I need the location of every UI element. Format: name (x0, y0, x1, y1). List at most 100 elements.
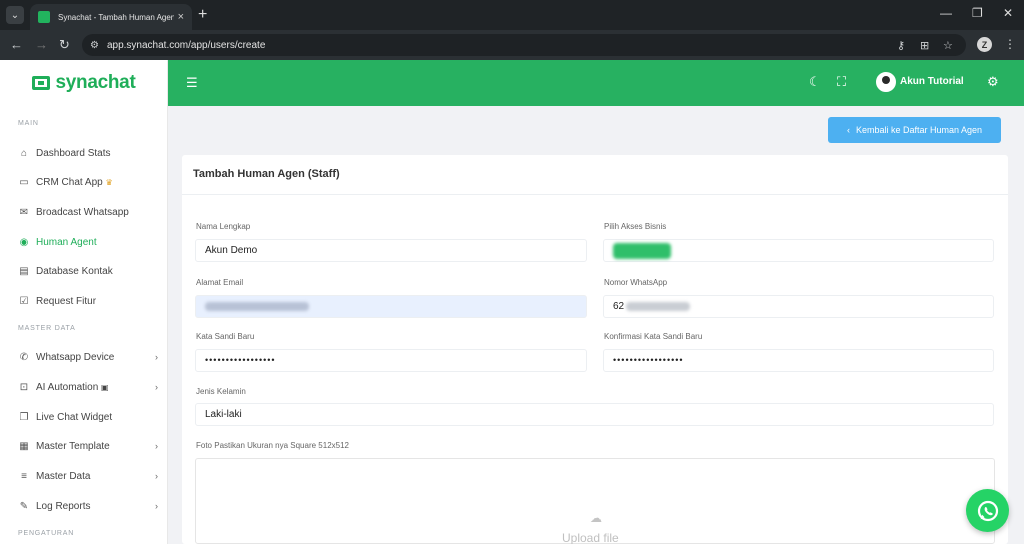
back-to-list-button[interactable]: ‹ Kembali ke Daftar Human Agen (828, 117, 1001, 143)
logo-icon (31, 76, 50, 90)
page-title: Tambah Human Agen (Staff) (193, 168, 340, 180)
password-key-icon[interactable]: ⚷ (897, 39, 905, 52)
bookmark-star-icon[interactable]: ☆ (943, 39, 953, 52)
settings-gear-icon[interactable]: ⚙ (987, 74, 999, 90)
dark-mode-moon-icon[interactable]: ☾ (809, 74, 821, 90)
password-label: Kata Sandi Baru (196, 332, 255, 341)
user-avatar-icon[interactable] (876, 72, 896, 92)
gender-select[interactable]: Laki-laki (195, 403, 994, 426)
user-circle-icon: ◉ (19, 236, 29, 248)
template-icon: ▦ (19, 440, 29, 452)
restore-icon[interactable]: ❐ (972, 6, 983, 20)
mail-icon: ✉ (19, 206, 29, 218)
sidebar-item-master-template[interactable]: ▦ Master Template › (18, 436, 158, 456)
sidebar-item-label: Database Kontak (36, 265, 113, 277)
whatsapp-icon: ✆ (19, 351, 29, 363)
fullscreen-icon[interactable]: ⛶ (837, 74, 846, 90)
business-access-select[interactable] (603, 239, 994, 262)
chevron-right-icon: › (155, 471, 158, 481)
sidebar-item-dashboard[interactable]: ⌂ Dashboard Stats (18, 143, 158, 163)
phone-label: Nomor WhatsApp (604, 278, 668, 287)
sidebar-item-label: Master Data (36, 470, 91, 482)
sidebar-item-label: Master Template (36, 440, 110, 452)
book-icon: ▤ (19, 265, 29, 277)
sidebar-section-master: MASTER DATA (18, 325, 76, 332)
whatsapp-chat-button[interactable] (966, 489, 1009, 532)
copy-icon: ❐ (19, 411, 29, 423)
email-field[interactable] (195, 295, 587, 318)
tab-search-button[interactable]: ⌄ (6, 6, 24, 24)
phone-redacted (626, 301, 691, 311)
sidebar-item-label: Request Fitur (36, 295, 97, 307)
chevron-right-icon: › (155, 352, 158, 362)
back-arrow-icon[interactable]: ← (10, 37, 23, 52)
url-text: app.synachat.com/app/users/create (106, 39, 266, 51)
sidebar-item-log-reports[interactable]: ✎ Log Reports › (18, 496, 158, 516)
sidebar-item-label: AI Automation ▣ (36, 381, 109, 393)
back-to-list-label: Kembali ke Daftar Human Agen (855, 125, 983, 135)
sidebar-item-label: Whatsapp Device (36, 351, 115, 363)
card-header: Tambah Human Agen (Staff) (182, 155, 1008, 195)
sidebar-section-main: MAIN (18, 120, 39, 127)
new-tab-button[interactable]: + (198, 6, 207, 24)
name-field[interactable]: Akun Demo (195, 239, 587, 262)
sidebar-section-settings: PENGATURAN (18, 530, 75, 537)
sidebar-item-label: CRM Chat App ♛ (36, 176, 113, 188)
upload-file-text: Upload file (562, 531, 619, 544)
password-field[interactable]: ••••••••••••••••• (195, 349, 587, 372)
sidebar-item-crm-chat[interactable]: ▭ CRM Chat App ♛ (18, 172, 158, 192)
chevron-right-icon: › (155, 501, 158, 511)
browser-tab[interactable]: Synachat - Tambah Human Agen × (30, 4, 192, 30)
reload-icon[interactable]: ↻ (59, 37, 70, 53)
business-access-label: Pilih Akses Bisnis (604, 222, 667, 231)
chevron-right-icon: › (155, 382, 158, 392)
robot-emoji-icon: ▣ (101, 382, 109, 392)
sidebar-item-broadcast[interactable]: ✉ Broadcast Whatsapp (18, 202, 158, 222)
tab-title: Synachat - Tambah Human Agen (58, 12, 174, 22)
sidebar-item-whatsapp-device[interactable]: ✆ Whatsapp Device › (18, 347, 158, 367)
sidebar-item-label: Broadcast Whatsapp (36, 206, 129, 218)
sidebar-item-master-data[interactable]: ≡ Master Data › (18, 466, 158, 486)
sidebar-item-live-chat-widget[interactable]: ❐ Live Chat Widget (18, 407, 158, 427)
browser-tabbar: ⌄ Synachat - Tambah Human Agen × + — ❐ ✕ (0, 0, 1024, 30)
chevron-left-icon: ‹ (846, 125, 850, 135)
browser-toolbar: ← → ↻ ⚙ app.synachat.com/app/users/creat… (0, 30, 1024, 60)
close-window-icon[interactable]: ✕ (1003, 6, 1013, 20)
site-info-icon[interactable]: ⚙ (90, 40, 99, 51)
minimize-icon[interactable]: — (940, 6, 952, 20)
robot-icon: ⊡ (19, 381, 29, 393)
sidebar-item-ai-automation[interactable]: ⊡ AI Automation ▣ › (18, 377, 158, 397)
translate-icon[interactable]: ⊞ (920, 39, 929, 52)
sidebar-item-human-agent[interactable]: ◉ Human Agent (18, 232, 158, 252)
sidebar-item-label: Human Agent (36, 236, 97, 248)
name-label: Nama Lengkap (196, 222, 251, 231)
photo-upload-dropzone[interactable]: ☁ Upload file (195, 458, 995, 544)
menu-toggle-icon[interactable]: ☰ (186, 75, 198, 91)
forward-arrow-icon[interactable]: → (35, 37, 48, 52)
email-label: Alamat Email (196, 278, 244, 287)
confirm-password-label: Konfirmasi Kata Sandi Baru (604, 332, 703, 341)
sidebar-item-label: Log Reports (36, 500, 91, 512)
sidebar-item-database-kontak[interactable]: ▤ Database Kontak (18, 261, 158, 281)
phone-field[interactable]: 62 (603, 295, 994, 318)
tab-close-icon[interactable]: × (178, 11, 184, 23)
address-bar[interactable]: ⚙ app.synachat.com/app/users/create ⚷ ⊞ … (82, 34, 966, 56)
browser-menu-icon[interactable]: ⋮ (1004, 37, 1016, 51)
gender-label: Jenis Kelamin (196, 387, 246, 396)
confirm-password-field[interactable]: ••••••••••••••••• (603, 349, 994, 372)
sidebar-item-label: Live Chat Widget (36, 411, 113, 423)
chevron-right-icon: › (155, 441, 158, 451)
photo-label: Foto Pastikan Ukuran nya Square 512x512 (196, 441, 349, 450)
app-logo[interactable]: synachat (0, 60, 168, 106)
business-selected-tag (613, 243, 671, 260)
crown-icon: ♛ (105, 177, 113, 187)
favicon-icon (38, 11, 50, 23)
phone-prefix: 62 (613, 301, 625, 312)
sidebar: MAIN ⌂ Dashboard Stats ▭ CRM Chat App ♛ … (0, 106, 168, 544)
clipboard-icon: ☑ (19, 295, 29, 307)
email-redacted (205, 301, 309, 311)
chat-icon: ▭ (19, 176, 29, 188)
sidebar-item-request-fitur[interactable]: ☑ Request Fitur (18, 291, 158, 311)
profile-avatar[interactable]: Z (977, 37, 992, 52)
user-name[interactable]: Akun Tutorial (900, 76, 964, 87)
